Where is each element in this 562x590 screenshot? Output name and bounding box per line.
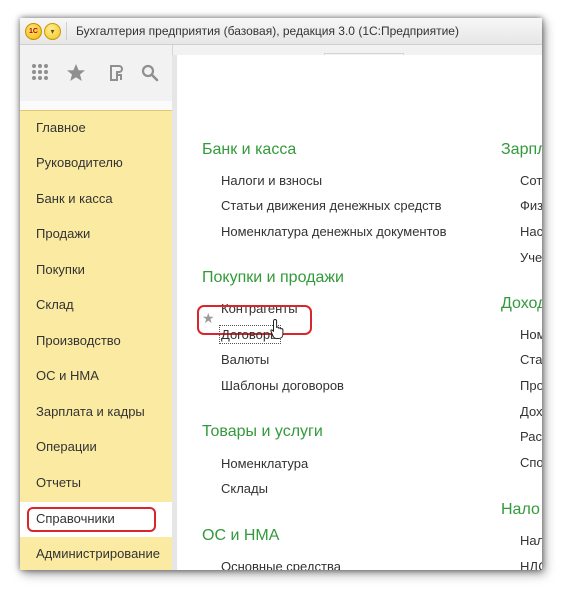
sidebar-item-main[interactable]: Главное <box>20 111 176 145</box>
link-nomenclature[interactable]: Номенклатура <box>221 456 308 471</box>
link-col2-nom[interactable]: Ном <box>520 327 542 342</box>
link-warehouses[interactable]: Склады <box>221 481 268 496</box>
hand-cursor-icon <box>270 318 284 339</box>
link-currencies[interactable]: Валюты <box>221 352 269 367</box>
link-col2-articles[interactable]: Ста <box>520 352 542 367</box>
link-col2-persons[interactable]: Физ <box>520 198 542 213</box>
sidebar-item-label: Покупки <box>36 262 85 277</box>
sidebar-item-label: Отчеты <box>36 475 81 490</box>
sidebar-item-warehouse[interactable]: Склад <box>20 288 176 322</box>
sidebar-item-label: Операции <box>36 439 97 454</box>
sections-sidebar: Главное Руководителю Банк и касса Продаж… <box>20 110 176 570</box>
link-col2-income[interactable]: Дох <box>520 404 542 419</box>
section-title-salary: Зарпл <box>501 141 542 158</box>
sidebar-item-bank[interactable]: Банк и касса <box>20 182 176 216</box>
link-taxes[interactable]: Налоги и взносы <box>221 173 322 188</box>
sidebar-item-label: Продажи <box>36 226 91 241</box>
link-col2-expenses[interactable]: Рас <box>520 429 542 444</box>
main-menu-button[interactable]: ▾ <box>44 23 61 40</box>
sidebar-item-purchases[interactable]: Покупки <box>20 253 176 287</box>
section-title-goods: Товары и услуги <box>202 423 323 440</box>
sidebar-item-label: Зарплата и кадры <box>36 404 145 419</box>
link-col2-vat[interactable]: НДС <box>520 559 542 570</box>
sidebar-item-fixed-assets[interactable]: ОС и НМА <box>20 359 176 393</box>
section-title-income: Доход <box>501 295 542 312</box>
sidebar-item-label: Склад <box>36 297 74 312</box>
sidebar-item-label: Справочники <box>36 511 115 526</box>
link-cashflow-items[interactable]: Статьи движения денежных средств <box>221 198 442 213</box>
sidebar-item-administration[interactable]: Администрирование <box>20 537 176 570</box>
sidebar-item-label: ОС и НМА <box>36 368 99 383</box>
link-col2-methods[interactable]: Спо <box>520 455 542 470</box>
section-content-panel: Банк и касса Налоги и взносы Статьи движ… <box>177 55 542 570</box>
favorite-star-icon[interactable]: ★ <box>202 310 215 327</box>
link-fixed-assets[interactable]: Основные средства <box>221 559 341 570</box>
window-title: Бухгалтерия предприятия (базовая), редак… <box>76 24 459 38</box>
sidebar-item-reports[interactable]: Отчеты <box>20 466 176 500</box>
sidebar-item-operations[interactable]: Операции <box>20 430 176 464</box>
sidebar-item-label: Производство <box>36 333 121 348</box>
link-col2-accounting[interactable]: Уче <box>520 250 542 265</box>
star-icon[interactable] <box>66 63 86 83</box>
chevron-down-icon: ▾ <box>50 27 55 36</box>
sidebar-item-label: Руководителю <box>36 155 123 170</box>
section-title-assets: ОС и НМА <box>202 527 280 544</box>
section-title-bank: Банк и касса <box>202 141 297 158</box>
link-contract-templates[interactable]: Шаблоны договоров <box>221 378 344 393</box>
app-logo-icon[interactable]: 1С <box>25 23 42 40</box>
sidebar-item-references[interactable]: Справочники <box>20 502 176 537</box>
link-col2-other[interactable]: Про <box>520 378 542 393</box>
section-title-taxes: Нало <box>501 501 540 518</box>
link-money-docs[interactable]: Номенклатура денежных документов <box>221 224 447 239</box>
sidebar-item-salary[interactable]: Зарплата и кадры <box>20 395 176 429</box>
section-title-trade: Покупки и продажи <box>202 269 344 286</box>
sidebar-item-label: Банк и касса <box>36 191 113 206</box>
title-bar: 1С ▾ Бухгалтерия предприятия (базовая), … <box>20 18 542 45</box>
sidebar-item-label: Администрирование <box>36 546 160 561</box>
sidebar-item-production[interactable]: Производство <box>20 324 176 358</box>
search-icon[interactable] <box>140 63 160 83</box>
apps-grid-icon[interactable] <box>30 63 50 83</box>
sidebar-item-sales[interactable]: Продажи <box>20 217 176 251</box>
history-icon[interactable] <box>106 63 126 83</box>
title-separator <box>66 22 67 40</box>
sidebar-item-label: Главное <box>36 120 86 135</box>
sidebar-item-director[interactable]: Руководителю <box>20 146 176 180</box>
link-col2-tax[interactable]: Нал <box>520 533 542 548</box>
link-col2-settings[interactable]: Нас <box>520 224 542 239</box>
link-col2-employees[interactable]: Сот <box>520 173 542 188</box>
app-window: 1С ▾ Бухгалтерия предприятия (базовая), … <box>20 18 542 570</box>
